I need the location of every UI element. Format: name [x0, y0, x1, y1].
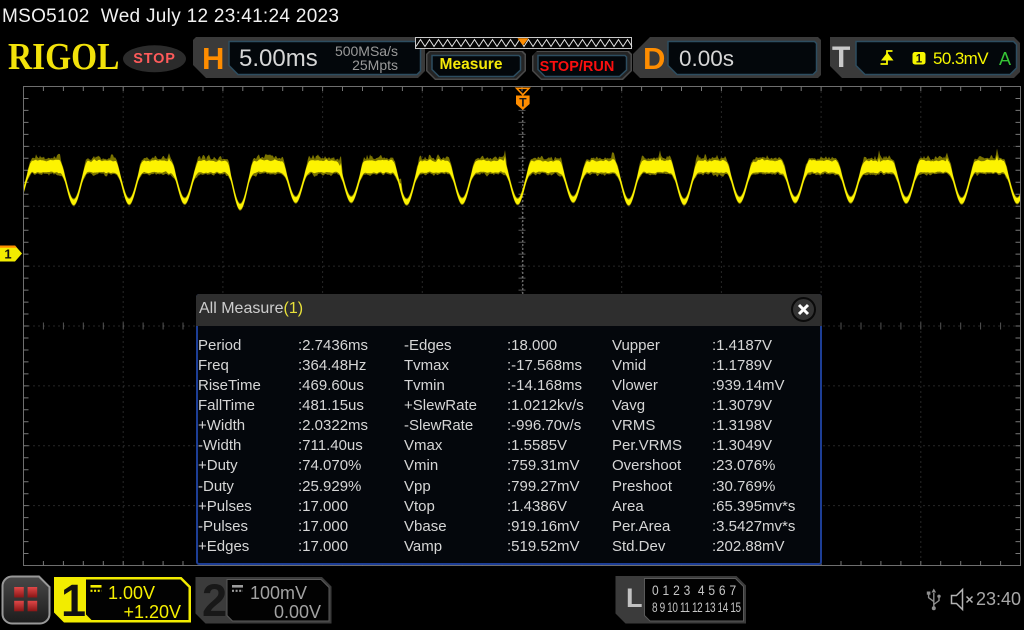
- svg-text:T: T: [519, 96, 527, 110]
- svg-text:1: 1: [916, 54, 923, 66]
- svg-text:1: 1: [4, 247, 11, 262]
